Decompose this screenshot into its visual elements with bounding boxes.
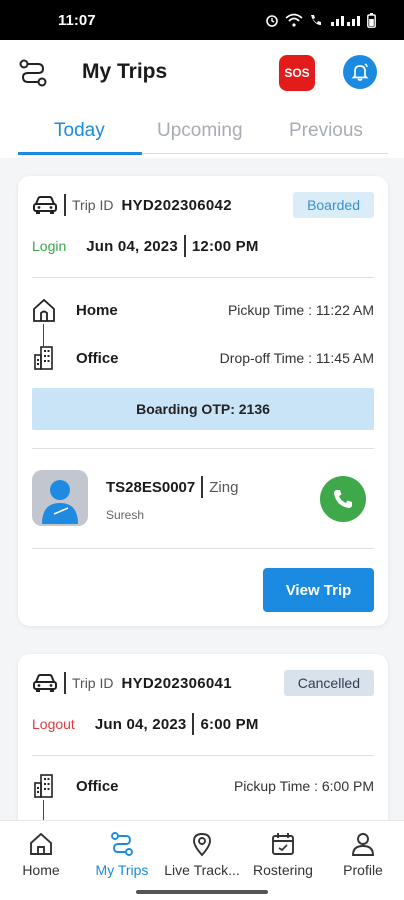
trip-direction: Login (32, 238, 67, 254)
car-icon (33, 674, 57, 692)
nav-home-label: Home (22, 862, 60, 878)
pickup-time: Pickup Time : 6:00 PM (233, 778, 374, 794)
driver-name: Suresh (106, 508, 145, 522)
status-badge: Cancelled (283, 670, 374, 696)
trip-id-label: Trip ID (72, 197, 114, 213)
trip-id: HYD202306042 (121, 196, 232, 214)
trip-time: 12:00 PM (191, 237, 259, 255)
signal-icon (331, 16, 360, 26)
separator (201, 476, 204, 498)
trip-header: Trip ID HYD202306042 Boarded (32, 192, 374, 218)
view-trip-button[interactable]: View Trip (263, 568, 374, 612)
tab-today[interactable]: Today (54, 120, 105, 142)
home-icon (30, 832, 52, 855)
person-avatar-icon (42, 480, 78, 524)
pickup-row: Office Pickup Time : 6:00 PM (32, 772, 374, 800)
trip-card: Trip ID HYD202306041 Cancelled Logout Ju… (18, 654, 388, 820)
app-bar: My Trips SOS (0, 40, 404, 108)
call-driver-button[interactable] (320, 476, 366, 522)
calendar-icon (272, 833, 294, 855)
active-tab-indicator (18, 152, 142, 155)
person-icon (352, 833, 374, 856)
route-connector (43, 800, 44, 820)
nav-profile-label: Profile (343, 862, 383, 878)
drop-time: Drop-off Time : 11:45 AM (219, 350, 374, 366)
nav-my-trips-label: My Trips (95, 862, 149, 878)
route-icon[interactable] (18, 58, 48, 88)
trip-list[interactable]: Trip ID HYD202306042 Boarded Login Jun 0… (0, 158, 404, 820)
trip-schedule: Login Jun 04, 2023 12:00 PM (32, 234, 259, 258)
status-icons (265, 12, 376, 28)
nav-live-tracking-label: Live Track... (164, 862, 240, 878)
alarm-icon (266, 15, 278, 27)
divider (32, 755, 374, 756)
office-building-icon (34, 774, 53, 798)
sos-button[interactable]: SOS (279, 55, 315, 91)
trip-id: HYD202306041 (121, 674, 232, 692)
battery-icon (367, 12, 376, 28)
divider (32, 448, 374, 449)
route-icon (111, 832, 133, 856)
location-pin-icon (193, 833, 211, 857)
status-badge: Boarded (293, 192, 374, 218)
trip-header: Trip ID HYD202306041 Cancelled (32, 670, 374, 696)
status-bar: 11:07 (0, 0, 404, 40)
separator (64, 194, 66, 216)
pickup-location: Office (76, 777, 119, 795)
tab-upcoming[interactable]: Upcoming (157, 120, 243, 142)
nav-rostering-label: Rostering (253, 862, 313, 878)
separator (64, 672, 66, 694)
divider (32, 277, 374, 278)
phone-icon (334, 490, 352, 508)
nav-live-tracking[interactable]: Live Track... (162, 831, 242, 878)
nav-profile[interactable]: Profile (323, 831, 403, 878)
wifi-icon (285, 13, 303, 27)
home-icon (33, 298, 55, 322)
tab-previous[interactable]: Previous (289, 120, 363, 142)
trip-date: Jun 04, 2023 (86, 237, 178, 255)
trip-card: Trip ID HYD202306042 Boarded Login Jun 0… (18, 176, 388, 626)
status-time: 11:07 (58, 11, 96, 29)
bottom-navigation: Home My Trips Live Track... Rostering Pr… (0, 820, 404, 900)
trip-schedule: Logout Jun 04, 2023 6:00 PM (32, 712, 259, 736)
trip-id-label: Trip ID (72, 675, 114, 691)
drop-row: Office Drop-off Time : 11:45 AM (32, 344, 374, 372)
vehicle-number: TS28ES0007 (106, 478, 196, 496)
route-connector (43, 324, 44, 346)
car-icon (33, 196, 57, 214)
trip-direction: Logout (32, 716, 75, 732)
nav-home[interactable]: Home (1, 831, 81, 878)
separator (183, 235, 186, 257)
tabs-divider (142, 153, 388, 154)
trip-time: 6:00 PM (200, 715, 259, 733)
boarding-otp: Boarding OTP: 2136 (32, 388, 374, 430)
office-building-icon (34, 346, 53, 370)
driver-avatar (32, 470, 88, 526)
home-indicator[interactable] (136, 890, 268, 894)
pickup-time: Pickup Time : 11:22 AM (227, 302, 374, 318)
nav-rostering[interactable]: Rostering (243, 831, 323, 878)
vehicle-info: TS28ES0007 Zing (106, 476, 238, 498)
bell-icon (351, 63, 369, 81)
pickup-location: Home (76, 301, 118, 319)
trip-date: Jun 04, 2023 (94, 715, 187, 733)
trip-tabs: Today Upcoming Previous (0, 108, 404, 158)
nav-my-trips[interactable]: My Trips (82, 831, 162, 878)
call-status-icon (311, 15, 321, 25)
pickup-row: Home Pickup Time : 11:22 AM (32, 296, 374, 324)
drop-location: Office (76, 349, 119, 367)
vehicle-type: Zing (209, 478, 239, 496)
separator (192, 713, 195, 735)
page-title: My Trips (82, 60, 168, 83)
divider (32, 548, 374, 549)
notification-bell-button[interactable] (343, 55, 377, 89)
